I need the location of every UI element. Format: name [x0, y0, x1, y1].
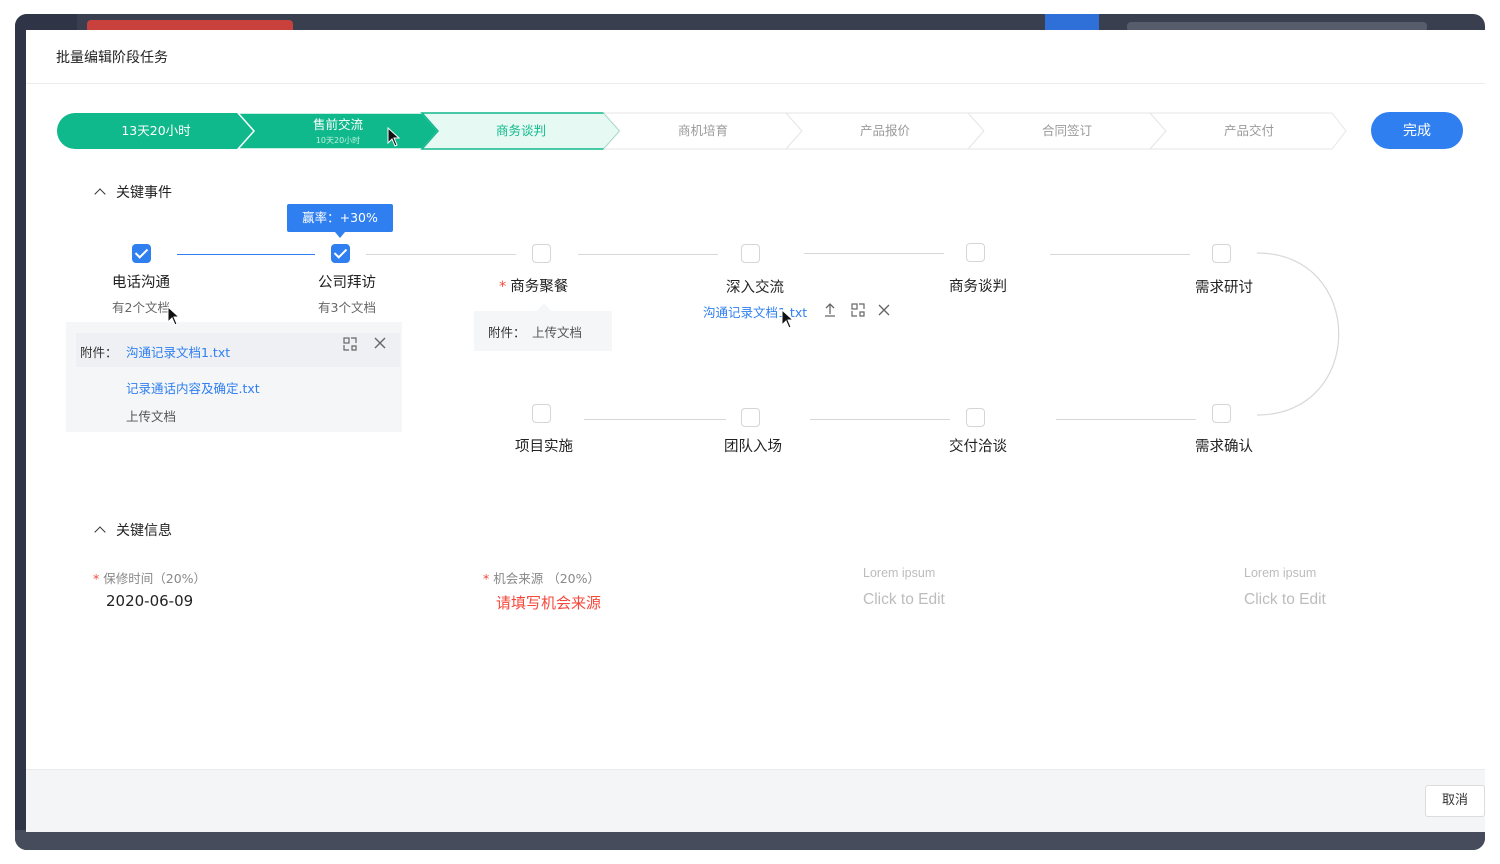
close-icon[interactable] — [877, 303, 891, 321]
event-doc-count[interactable]: 有3个文档 — [318, 297, 376, 316]
event-name: 需求研讨 — [1195, 280, 1253, 296]
event-doc-count[interactable]: 有2个文档 — [112, 297, 170, 316]
event-checkbox-delivery-talk[interactable] — [966, 408, 985, 427]
connector-4-5 — [804, 253, 944, 254]
chevron-up-icon — [94, 188, 106, 200]
mouse-cursor-icon — [167, 306, 181, 326]
stage-5-label[interactable]: 产品报价 — [802, 112, 968, 150]
preview-icon[interactable] — [342, 336, 358, 356]
event-name: 商务谈判 — [949, 279, 1007, 295]
connector-3-4 — [578, 254, 718, 255]
required-asterisk: * — [93, 571, 100, 586]
event-name: 公司拜访 — [318, 275, 376, 291]
key-events-title: 关键事件 — [116, 185, 172, 201]
stage-6-label[interactable]: 合同签订 — [984, 112, 1150, 150]
field-value-click-edit[interactable]: Click to Edit — [1244, 591, 1326, 609]
connector-curve — [1256, 252, 1340, 416]
mouse-cursor-icon — [781, 309, 795, 329]
modal-footer: 取消 — [26, 769, 1485, 832]
event-name: 商务聚餐 — [510, 279, 569, 295]
modal-title: 批量编辑阶段任务 — [26, 30, 1485, 84]
connector-9-10 — [1056, 419, 1196, 420]
field-label-placeholder: Lorem ipsum — [1244, 566, 1317, 580]
event-checkbox-dinner[interactable] — [532, 244, 551, 263]
attachment-label: 附件： — [80, 345, 118, 360]
finish-button[interactable]: 完成 — [1371, 112, 1463, 149]
event-name: 需求确认 — [1195, 439, 1253, 455]
upload-icon[interactable] — [823, 302, 837, 321]
event-name-required: * 商务聚餐 — [499, 275, 568, 296]
close-icon[interactable] — [373, 336, 387, 354]
event-name: 团队入场 — [724, 439, 782, 455]
field-label-placeholder: Lorem ipsum — [863, 566, 936, 580]
cancel-button[interactable]: 取消 — [1425, 785, 1485, 817]
attachment-link[interactable]: 记录通话内容及确定.txt — [126, 378, 260, 397]
connector-2-3 — [366, 254, 516, 255]
key-events-header[interactable]: 关键事件 — [94, 182, 172, 202]
mouse-cursor-icon — [387, 127, 401, 147]
key-info-title: 关键信息 — [116, 523, 172, 539]
field-value-click-edit[interactable]: Click to Edit — [863, 591, 945, 609]
field-value-source-error[interactable]: 请填写机会来源 — [496, 592, 601, 613]
stage-3-label[interactable]: 商务谈判 — [438, 112, 604, 150]
chevron-up-icon — [94, 526, 106, 538]
stage-4-label[interactable]: 商机培育 — [620, 112, 786, 150]
event-name: 项目实施 — [515, 439, 573, 455]
connector-1-2 — [177, 254, 315, 255]
upload-doc-link[interactable]: 上传文档 — [126, 406, 176, 425]
field-label-warranty: * 保修时间（20%） — [93, 571, 207, 586]
connector-7-8 — [584, 419, 726, 420]
connector-5-6 — [1050, 254, 1190, 255]
event-checkbox-negotiation[interactable] — [966, 243, 985, 262]
field-value-warranty[interactable]: 2020-06-09 — [106, 592, 193, 610]
upload-doc-link[interactable]: 上传文档 — [532, 322, 582, 341]
event-checkbox-team-entry[interactable] — [741, 408, 760, 427]
event-checkbox-visit[interactable] — [331, 244, 350, 263]
event-name: 交付洽谈 — [949, 439, 1007, 455]
key-info-header[interactable]: 关键信息 — [94, 520, 172, 540]
popover-arrow — [536, 303, 552, 312]
backdrop-bottom-bar — [15, 830, 1485, 850]
attachment-link[interactable]: 沟通记录文档1.txt — [126, 342, 230, 361]
stage-1-label[interactable]: 13天20小时 — [76, 112, 236, 150]
preview-icon[interactable] — [850, 302, 866, 322]
required-asterisk: * — [483, 571, 490, 586]
event-checkbox-implementation[interactable] — [532, 404, 551, 423]
attachment-label: 附件： — [488, 325, 526, 340]
required-asterisk: * — [499, 279, 507, 295]
event-name: 电话沟通 — [112, 275, 170, 291]
win-rate-tooltip: 赢率：+30% — [287, 204, 393, 238]
stage-progress: 13天20小时 售前交流 10天20小时 商务谈判 商机培育 产品报价 合同签订… — [56, 112, 1348, 150]
field-label-source: * 机会来源 （20%） — [483, 571, 601, 586]
event-checkbox-deep[interactable] — [741, 244, 760, 263]
event-checkbox-req-discuss[interactable] — [1212, 244, 1231, 263]
batch-edit-modal: 批量编辑阶段任务 13天20小时 售前交流 10天20小时 商务谈判 商机培育 … — [26, 30, 1485, 832]
event-checkbox-phone[interactable] — [132, 244, 151, 263]
stage-7-label[interactable]: 产品交付 — [1166, 112, 1332, 150]
connector-8-9 — [810, 419, 950, 420]
event-name: 深入交流 — [726, 280, 784, 296]
event-checkbox-req-confirm[interactable] — [1212, 404, 1231, 423]
